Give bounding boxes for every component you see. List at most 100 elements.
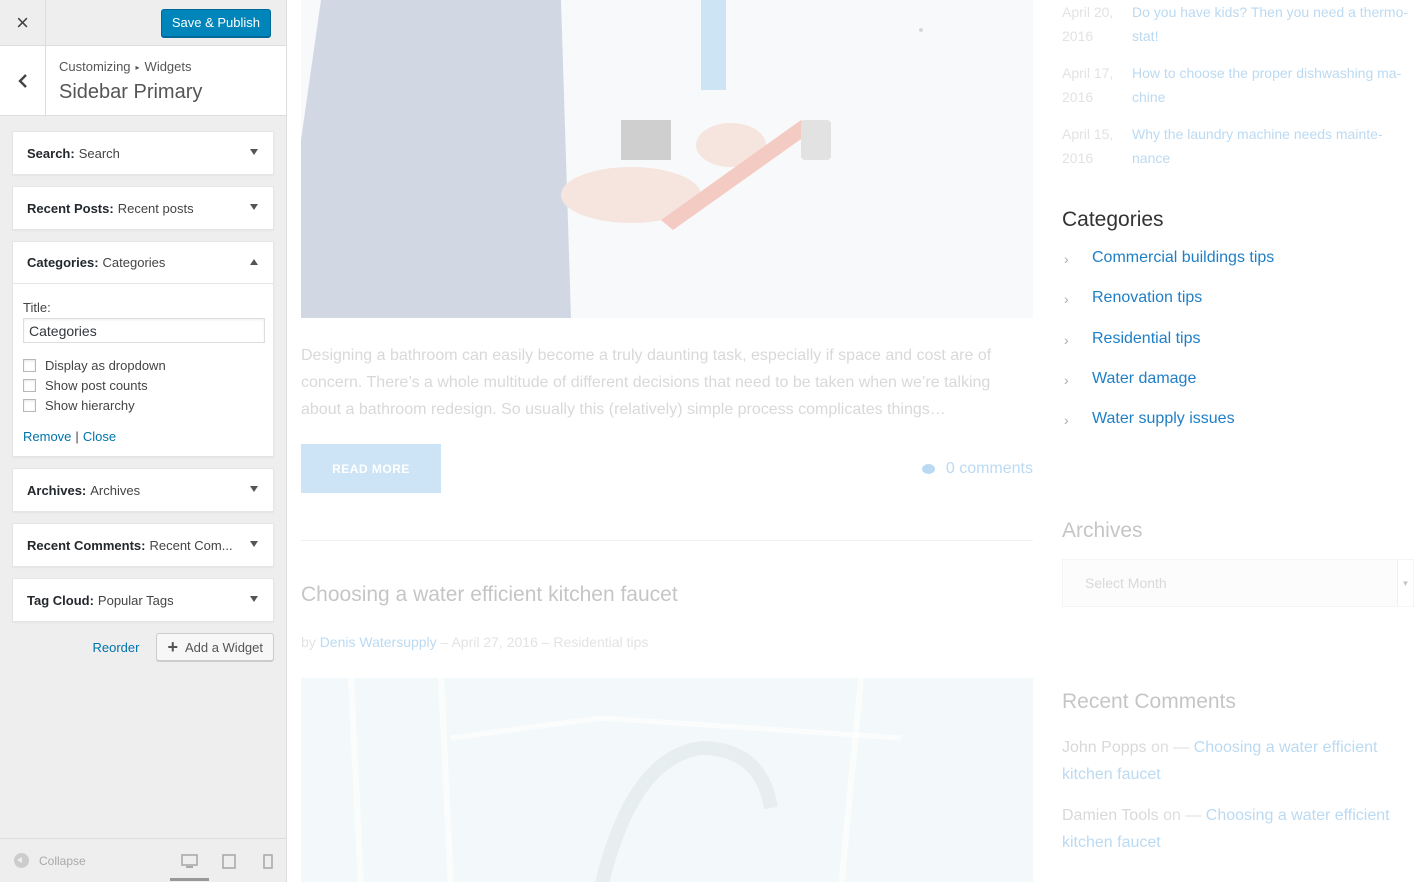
category-item[interactable]: › Water supply issues bbox=[1062, 410, 1274, 450]
category-item[interactable]: › Commercial buildings tips bbox=[1062, 249, 1274, 289]
device-switcher bbox=[170, 839, 287, 882]
tablet-preview-button[interactable] bbox=[209, 839, 248, 882]
category-link[interactable]: Water supply issues bbox=[1092, 410, 1235, 428]
recent-post-item[interactable]: April 17, 2016 How to choose the proper d… bbox=[1062, 61, 1422, 122]
widget-type: Recent Posts: bbox=[27, 200, 114, 216]
customizer-footer: Collapse bbox=[0, 838, 286, 882]
widget-archives[interactable]: Archives: Archives bbox=[12, 468, 274, 512]
recent-post-item[interactable]: April 20, 2016 Do you have kids? Then you… bbox=[1062, 0, 1422, 61]
mobile-icon bbox=[262, 853, 273, 869]
post-title[interactable]: Choosing a water efficient kitchen fauce… bbox=[301, 583, 678, 607]
comment-on: on bbox=[1150, 739, 1169, 756]
widget-categories[interactable]: Categories:Categories Title: Display as … bbox=[12, 241, 274, 457]
widget-search[interactable]: Search: Search bbox=[12, 131, 274, 175]
add-widget-label: Add a Widget bbox=[184, 639, 263, 655]
arrow-down-icon[interactable] bbox=[250, 596, 258, 602]
widget-title: Archives bbox=[90, 482, 141, 498]
dropdown-checkbox[interactable] bbox=[23, 358, 36, 372]
widget-header[interactable]: Recent Comments: Recent Com... bbox=[13, 524, 273, 566]
archives-select[interactable]: Select Month ▼ bbox=[1062, 559, 1414, 607]
recent-post-date: April 20, 2016 bbox=[1062, 4, 1114, 44]
recent-comment-item: Damien Tools on — Choosing a water effic… bbox=[1062, 807, 1390, 851]
mobile-preview-button[interactable] bbox=[248, 839, 287, 882]
desktop-preview-button[interactable] bbox=[170, 839, 209, 882]
chevron-right-icon: › bbox=[1064, 291, 1069, 308]
widget-title: Recent posts bbox=[117, 200, 194, 216]
comment-on: on bbox=[1163, 807, 1181, 824]
category-item[interactable]: › Water damage bbox=[1062, 370, 1274, 410]
back-button[interactable] bbox=[0, 46, 46, 115]
section-title: Sidebar Primary bbox=[59, 81, 203, 103]
category-link[interactable]: Residential tips bbox=[1092, 330, 1201, 348]
breadcrumb-root: Customizing bbox=[59, 59, 131, 74]
comment-bubble-icon bbox=[921, 464, 935, 474]
widget-header[interactable]: Recent Posts: Recent posts bbox=[13, 187, 273, 229]
remove-link[interactable]: Remove bbox=[23, 429, 71, 444]
hierarchy-checkbox[interactable] bbox=[23, 398, 36, 412]
category-link[interactable]: Renovation tips bbox=[1092, 289, 1202, 307]
category-link[interactable]: Water damage bbox=[1092, 370, 1196, 388]
title-label: Title: bbox=[23, 300, 51, 315]
chevron-right-icon: › bbox=[1064, 331, 1069, 348]
categories-list: › Commercial buildings tips › Renovation t… bbox=[1062, 249, 1274, 450]
category-item[interactable]: › Residential tips bbox=[1062, 330, 1274, 370]
arrow-down-icon[interactable] bbox=[250, 204, 258, 210]
tablet-icon bbox=[221, 853, 236, 869]
widget-tag-cloud[interactable]: Tag Cloud: Popular Tags bbox=[12, 578, 274, 622]
site-preview[interactable]: Designing a bathroom can easily become a… bbox=[287, 0, 1427, 882]
reorder-link[interactable]: Reorder bbox=[92, 640, 139, 655]
read-more-button[interactable]: READ MORE bbox=[301, 444, 441, 493]
option-hierarchy[interactable]: Show hierarchy bbox=[23, 397, 263, 413]
collapse-icon[interactable] bbox=[14, 853, 29, 868]
widget-list-actions: Reorder + Add a Widget bbox=[0, 633, 286, 661]
title-input[interactable] bbox=[23, 318, 265, 343]
widget-title: Search bbox=[78, 145, 120, 161]
arrow-down-icon[interactable] bbox=[250, 149, 258, 155]
widget-header[interactable]: Categories: Categories bbox=[13, 242, 273, 284]
categories-heading: Categories bbox=[1062, 208, 1164, 231]
customizer-header: × Save & Publish bbox=[0, 0, 286, 46]
arrow-down-icon[interactable] bbox=[250, 486, 258, 492]
add-widget-button[interactable]: + Add a Widget bbox=[156, 633, 274, 661]
widget-type: Tag Cloud: bbox=[27, 592, 94, 608]
meta-by: by bbox=[301, 634, 316, 650]
widget-list: Search: Search Recent Posts: Recent posts … bbox=[0, 116, 286, 622]
meta-date-category: – April 27, 2016 – Residential tips bbox=[440, 634, 649, 650]
widget-title: Popular Tags bbox=[97, 592, 174, 608]
widget-recent-posts[interactable]: Recent Posts: Recent posts bbox=[12, 186, 274, 230]
post-counts-checkbox[interactable] bbox=[23, 378, 36, 392]
option-post-counts[interactable]: Show post counts bbox=[23, 377, 263, 393]
category-item[interactable]: › Renovation tips bbox=[1062, 289, 1274, 329]
collapse-label[interactable]: Collapse bbox=[39, 854, 86, 868]
close-link[interactable]: Close bbox=[83, 429, 116, 444]
widget-header[interactable]: Archives: Archives bbox=[13, 469, 273, 511]
recent-post-item[interactable]: April 15, 2016 Why the laundry machine ne… bbox=[1062, 122, 1422, 183]
widget-type: Archives: bbox=[27, 482, 87, 498]
recent-post-link[interactable]: Do you have kids? Then you need a thermo… bbox=[1132, 0, 1417, 48]
widget-settings: Title: Display as dropdown Show post cou… bbox=[13, 284, 273, 456]
widget-header[interactable]: Tag Cloud: Popular Tags bbox=[13, 579, 273, 621]
recent-post-date: April 15, 2016 bbox=[1062, 126, 1114, 166]
select-arrow-icon[interactable]: ▼ bbox=[1397, 560, 1413, 606]
recent-post-link[interactable]: Why the laundry machine needs mainte-nan… bbox=[1132, 122, 1417, 170]
category-link[interactable]: Commercial buildings tips bbox=[1092, 249, 1274, 267]
comments-count: 0 comments bbox=[945, 460, 1033, 477]
arrow-down-icon[interactable] bbox=[250, 541, 258, 547]
widget-header[interactable]: Search: Search bbox=[13, 132, 273, 174]
customizer-panel: × Save & Publish Customizing ▸ Widgets Sid… bbox=[0, 0, 287, 882]
meta-author[interactable]: Denis Watersupply bbox=[320, 634, 437, 650]
save-publish-button[interactable]: Save & Publish bbox=[160, 9, 271, 37]
chevron-right-icon: › bbox=[1064, 251, 1069, 267]
comment-author[interactable]: Damien Tools bbox=[1062, 807, 1159, 824]
comments-link[interactable]: 0 comments bbox=[921, 460, 1033, 478]
arrow-up-icon[interactable] bbox=[250, 259, 258, 265]
comment-author[interactable]: John Popps bbox=[1062, 739, 1147, 756]
option-dropdown[interactable]: Display as dropdown bbox=[23, 357, 263, 373]
close-icon[interactable]: × bbox=[0, 0, 46, 45]
widget-recent-comments[interactable]: Recent Comments: Recent Com... bbox=[12, 523, 274, 567]
widget-actions: Remove | Close bbox=[23, 429, 263, 444]
recent-post-link[interactable]: How to choose the proper dishwashing ma-… bbox=[1132, 61, 1417, 109]
recent-comment-item: John Popps on — Choosing a water efficie… bbox=[1062, 739, 1378, 783]
archives-select-value: Select Month bbox=[1085, 575, 1167, 591]
section-header: Customizing ▸ Widgets Sidebar Primary bbox=[0, 46, 286, 116]
